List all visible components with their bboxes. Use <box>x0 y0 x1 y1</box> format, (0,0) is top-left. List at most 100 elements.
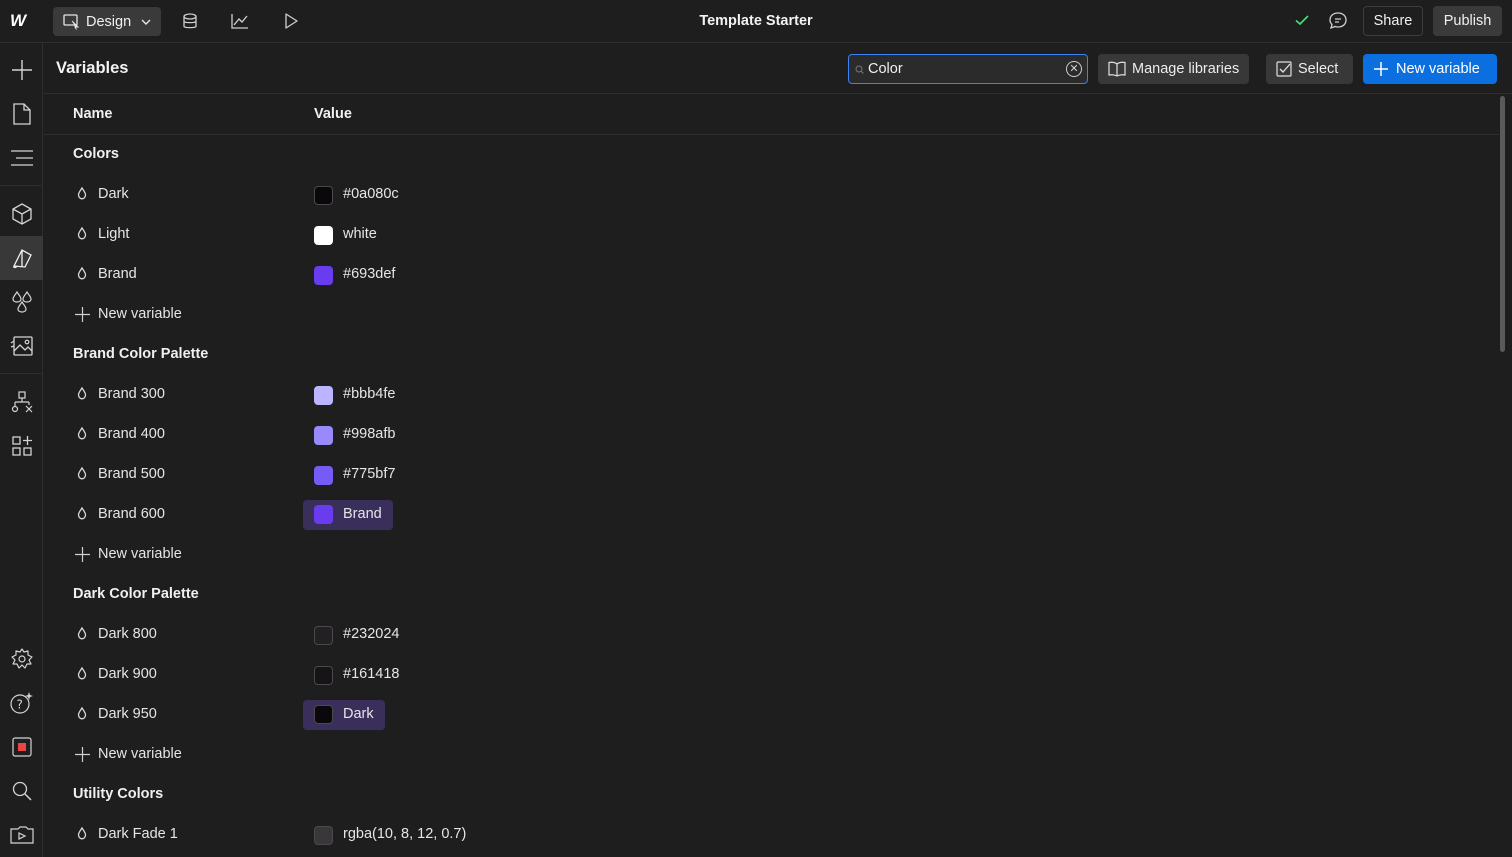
variable-value[interactable]: #0a080c <box>343 186 399 202</box>
pages-button[interactable] <box>0 92 43 136</box>
manage-libraries-button[interactable]: Manage libraries <box>1098 54 1250 84</box>
add-variable-label: New variable <box>98 306 182 322</box>
variable-value[interactable]: #bbb4fe <box>343 386 395 402</box>
add-variable-button[interactable]: New variable <box>75 306 182 322</box>
variable-row[interactable]: Dark 800 #232024 <box>44 615 1499 655</box>
logic-button[interactable] <box>0 380 43 424</box>
settings-gear-icon <box>10 648 33 669</box>
plus-icon <box>75 546 90 562</box>
variable-value[interactable]: white <box>343 226 377 242</box>
variable-value[interactable]: #232024 <box>343 626 399 642</box>
color-swatch[interactable] <box>314 826 333 845</box>
variable-name[interactable]: Dark 900 <box>98 666 157 682</box>
variable-name[interactable]: Brand 400 <box>98 426 165 442</box>
group-header: Colors <box>44 135 1499 175</box>
image-icon <box>10 336 33 356</box>
color-drop-icon <box>77 666 87 683</box>
group-header: Brand Color Palette <box>44 335 1499 375</box>
settings-button[interactable] <box>0 637 43 681</box>
variable-row[interactable]: Light white <box>44 215 1499 255</box>
clear-search-icon[interactable]: ✕ <box>1066 61 1082 77</box>
variable-name[interactable]: Dark <box>98 186 129 202</box>
scrollbar[interactable] <box>1500 96 1505 352</box>
table-header: Name Value <box>44 94 1499 135</box>
variable-row[interactable]: Brand 600 Brand <box>44 495 1499 535</box>
images-button[interactable] <box>0 324 43 368</box>
mode-dropdown[interactable]: Design <box>53 7 161 36</box>
variable-row[interactable]: Brand 400 #998afb <box>44 415 1499 455</box>
add-elements-button[interactable] <box>0 48 43 92</box>
variable-row[interactable]: Brand #693def <box>44 255 1499 295</box>
alias-value-pill[interactable]: Dark <box>303 700 385 730</box>
color-swatch[interactable] <box>314 266 333 285</box>
variable-name[interactable]: Dark 800 <box>98 626 157 642</box>
color-swatch[interactable] <box>314 426 333 445</box>
color-swatch[interactable] <box>314 505 333 524</box>
variable-value[interactable]: #693def <box>343 266 395 282</box>
color-drop-icon <box>77 826 87 843</box>
new-variable-button[interactable]: New variable <box>1363 54 1497 84</box>
select-label: Select <box>1298 61 1339 77</box>
new-variable-label: New variable <box>1396 61 1480 77</box>
webflow-logo[interactable]: W <box>10 11 36 31</box>
variable-row[interactable]: Brand 500 #775bf7 <box>44 455 1499 495</box>
page-icon <box>12 103 31 125</box>
find-button[interactable] <box>0 769 43 813</box>
variable-row[interactable]: Dark Fade 1 rgba(10, 8, 12, 0.7) <box>44 815 1499 855</box>
color-swatch[interactable] <box>314 626 333 645</box>
color-swatch[interactable] <box>314 186 333 205</box>
variable-row[interactable]: Dark 900 #161418 <box>44 655 1499 695</box>
variable-name[interactable]: Brand 300 <box>98 386 165 402</box>
top-bar: W Design Template Starter Share Publish <box>0 0 1512 43</box>
color-swatch[interactable] <box>314 226 333 245</box>
panel-title: Variables <box>56 59 129 77</box>
variable-row[interactable]: Brand 300 #bbb4fe <box>44 375 1499 415</box>
help-button[interactable]: ? <box>0 681 43 725</box>
apps-button[interactable] <box>0 424 43 468</box>
variable-name[interactable]: Brand <box>98 266 137 282</box>
preview-play-icon[interactable] <box>281 11 301 31</box>
help-icon: ? <box>9 692 33 714</box>
share-button[interactable]: Share <box>1363 6 1423 36</box>
analytics-icon[interactable] <box>230 11 250 31</box>
variable-name[interactable]: Dark Fade 1 <box>98 826 178 842</box>
color-swatch[interactable] <box>314 466 333 485</box>
variable-value[interactable]: Dark <box>343 706 374 722</box>
variable-name[interactable]: Brand 600 <box>98 506 165 522</box>
variable-row[interactable]: Dark #0a080c <box>44 175 1499 215</box>
search-box[interactable]: ✕ <box>848 54 1088 84</box>
variable-value[interactable]: #161418 <box>343 666 399 682</box>
color-swatch[interactable] <box>314 386 333 405</box>
publish-button[interactable]: Publish <box>1433 6 1502 36</box>
color-swatch[interactable] <box>314 666 333 685</box>
manage-libraries-label: Manage libraries <box>1132 61 1240 77</box>
style-manager-button[interactable] <box>0 236 43 280</box>
variable-row[interactable]: Dark 950 Dark <box>44 695 1499 735</box>
color-drop-icon <box>77 506 87 523</box>
navigator-button[interactable] <box>0 136 43 180</box>
variable-value[interactable]: #998afb <box>343 426 395 442</box>
color-drop-icon <box>77 226 87 243</box>
variable-value[interactable]: rgba(10, 8, 12, 0.7) <box>343 826 466 842</box>
assets-panel-button[interactable] <box>0 280 43 324</box>
recording-button[interactable] <box>0 725 43 769</box>
variable-name[interactable]: Dark 950 <box>98 706 157 722</box>
components-button[interactable] <box>0 192 43 236</box>
variable-name[interactable]: Light <box>98 226 129 242</box>
add-variable-button[interactable]: New variable <box>75 746 182 762</box>
color-drop-icon <box>77 386 87 403</box>
cms-icon[interactable] <box>180 11 200 31</box>
column-name-header: Name <box>73 106 113 122</box>
color-swatch[interactable] <box>314 705 333 724</box>
variable-value[interactable]: #775bf7 <box>343 466 395 482</box>
video-tutorials-button[interactable] <box>0 813 43 857</box>
variable-value[interactable]: Brand <box>343 506 382 522</box>
search-input[interactable] <box>868 61 1058 77</box>
color-drop-icon <box>77 706 87 723</box>
alias-value-pill[interactable]: Brand <box>303 500 393 530</box>
checkbox-icon <box>1276 61 1292 77</box>
comment-icon[interactable] <box>1328 11 1348 34</box>
variable-name[interactable]: Brand 500 <box>98 466 165 482</box>
select-button[interactable]: Select <box>1266 54 1353 84</box>
add-variable-button[interactable]: New variable <box>75 546 182 562</box>
